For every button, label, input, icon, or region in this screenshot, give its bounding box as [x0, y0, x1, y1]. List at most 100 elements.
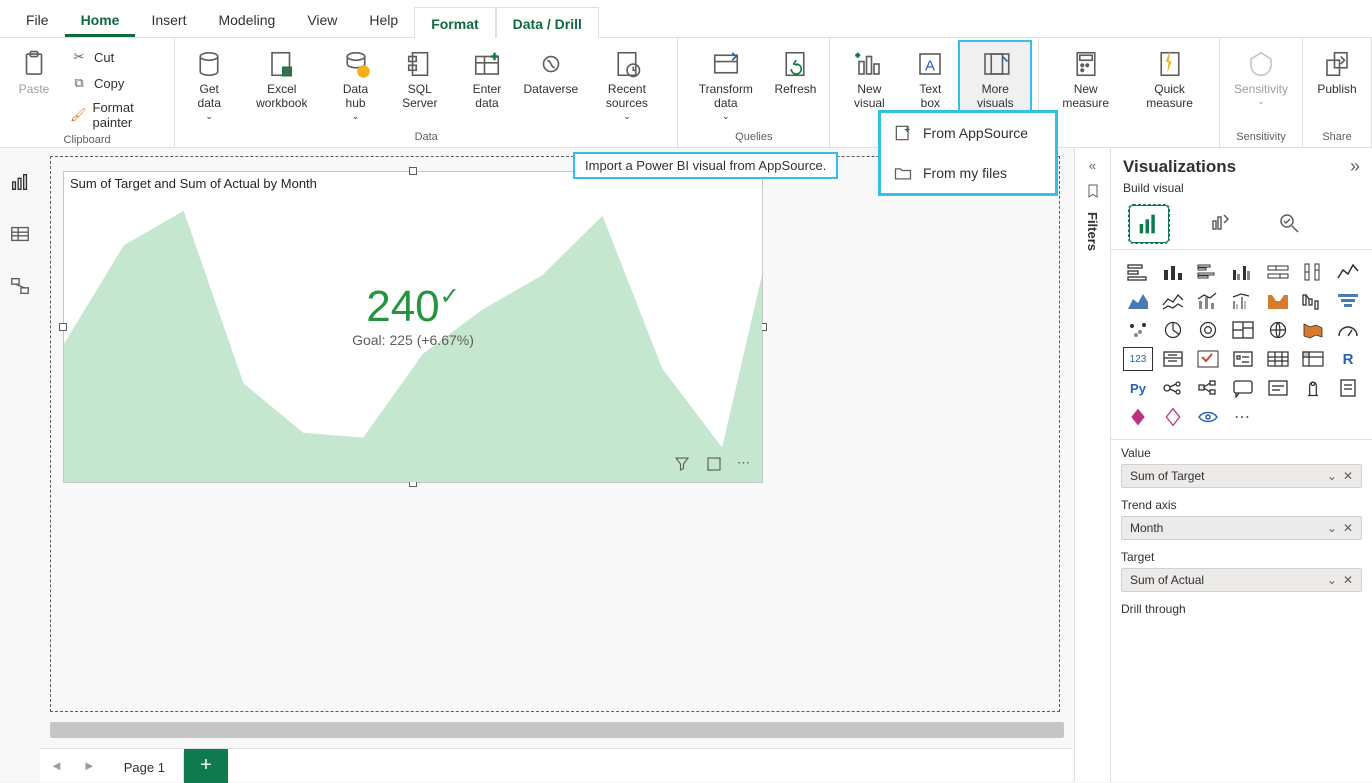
qa-visual-icon[interactable]	[1228, 376, 1258, 400]
area-chart-icon[interactable]	[1123, 289, 1153, 313]
stacked-area-icon[interactable]	[1158, 289, 1188, 313]
scatter-icon[interactable]	[1123, 318, 1153, 342]
tab-home[interactable]: Home	[65, 4, 136, 37]
tab-insert[interactable]: Insert	[135, 4, 202, 37]
funnel-icon[interactable]	[1333, 289, 1363, 313]
tab-modeling[interactable]: Modeling	[202, 4, 291, 37]
canvas-selection[interactable]: Sum of Target and Sum of Actual by Month…	[50, 156, 1060, 712]
waterfall-icon[interactable]	[1298, 289, 1328, 313]
build-tab[interactable]	[1129, 205, 1169, 243]
python-visual-icon[interactable]: Py	[1123, 376, 1153, 400]
card-icon[interactable]: 123	[1123, 347, 1153, 371]
arcgis-icon[interactable]	[1193, 405, 1223, 429]
analytics-tab[interactable]	[1269, 205, 1309, 243]
decomposition-tree-icon[interactable]	[1193, 376, 1223, 400]
from-appsource-item[interactable]: From AppSource	[881, 113, 1055, 153]
ribbon-chart-icon[interactable]	[1263, 289, 1293, 313]
more-options-icon[interactable]: ⋯	[737, 455, 752, 476]
expand-filters-icon[interactable]: «	[1089, 158, 1096, 173]
report-view-button[interactable]	[8, 170, 32, 194]
model-view-button[interactable]	[8, 274, 32, 298]
r-visual-icon[interactable]: R	[1333, 347, 1363, 371]
donut-icon[interactable]	[1193, 318, 1223, 342]
add-page-button[interactable]: +	[184, 749, 228, 783]
multi-row-card-icon[interactable]	[1158, 347, 1188, 371]
power-apps-icon[interactable]	[1123, 405, 1153, 429]
table-icon[interactable]	[1263, 347, 1293, 371]
resize-handle[interactable]	[409, 167, 417, 175]
matrix-icon[interactable]	[1298, 347, 1328, 371]
value-well[interactable]: Sum of Target⌄✕	[1121, 464, 1362, 488]
tab-file[interactable]: File	[10, 4, 65, 37]
enter-data-button[interactable]: Enter data	[457, 42, 517, 111]
format-painter-button[interactable]: 🖌Format painter	[64, 98, 166, 132]
filled-map-icon[interactable]	[1298, 318, 1328, 342]
paginated-report-icon[interactable]	[1333, 376, 1363, 400]
remove-field-icon[interactable]: ✕	[1343, 573, 1353, 587]
sensitivity-button[interactable]: Sensitivity⌄	[1228, 42, 1294, 107]
get-data-button[interactable]: Get data⌄	[183, 42, 235, 122]
key-influencers-icon[interactable]	[1158, 376, 1188, 400]
refresh-button[interactable]: Refresh	[769, 42, 821, 96]
tab-data-drill[interactable]: Data / Drill	[496, 7, 599, 39]
focus-mode-icon[interactable]	[705, 455, 723, 476]
remove-field-icon[interactable]: ✕	[1343, 469, 1353, 483]
filters-pane-label[interactable]: Filters	[1085, 212, 1100, 251]
line-column-icon[interactable]	[1193, 289, 1223, 313]
line-clustered-icon[interactable]	[1228, 289, 1258, 313]
tab-view[interactable]: View	[291, 4, 353, 37]
line-chart-icon[interactable]	[1333, 260, 1363, 284]
kpi-visual[interactable]: Sum of Target and Sum of Actual by Month…	[63, 171, 763, 483]
gauge-icon[interactable]	[1333, 318, 1363, 342]
hundred-stacked-bar-icon[interactable]	[1263, 260, 1293, 284]
tab-help[interactable]: Help	[353, 4, 414, 37]
hundred-stacked-column-icon[interactable]	[1298, 260, 1328, 284]
bookmark-pane-icon[interactable]	[1085, 183, 1101, 202]
pie-icon[interactable]	[1158, 318, 1188, 342]
text-box-button[interactable]: AText box	[904, 42, 956, 111]
hub-icon	[338, 46, 374, 82]
copy-button[interactable]: ⧉Copy	[64, 72, 166, 94]
smart-narrative-icon[interactable]	[1263, 376, 1293, 400]
remove-field-icon[interactable]: ✕	[1343, 521, 1353, 535]
goals-icon[interactable]	[1298, 376, 1328, 400]
tab-format[interactable]: Format	[414, 7, 495, 39]
cut-button[interactable]: ✂Cut	[64, 46, 166, 68]
target-well[interactable]: Sum of Actual⌄✕	[1121, 568, 1362, 592]
horizontal-scrollbar[interactable]	[50, 722, 1064, 738]
publish-button[interactable]: Publish	[1311, 42, 1363, 96]
transform-data-button[interactable]: Transform data⌄	[686, 42, 765, 122]
page-next[interactable]: ►	[73, 752, 106, 779]
map-icon[interactable]	[1263, 318, 1293, 342]
visual-filter-icon[interactable]	[673, 455, 691, 476]
quick-measure-button[interactable]: Quick measure	[1128, 42, 1211, 111]
excel-workbook-button[interactable]: XExcel workbook	[239, 42, 324, 111]
chevron-down-icon[interactable]: ⌄	[1327, 573, 1337, 587]
treemap-icon[interactable]	[1228, 318, 1258, 342]
trend-well[interactable]: Month⌄✕	[1121, 516, 1362, 540]
page-tab-1[interactable]: Page 1	[106, 750, 184, 782]
stacked-bar-icon[interactable]	[1123, 260, 1153, 284]
new-visual-button[interactable]: New visual	[838, 42, 900, 111]
data-hub-button[interactable]: Data hub⌄	[328, 42, 382, 122]
kpi-icon[interactable]	[1193, 347, 1223, 371]
stacked-column-icon[interactable]	[1158, 260, 1188, 284]
chevron-down-icon[interactable]: ⌄	[1327, 521, 1337, 535]
page-prev[interactable]: ◄	[40, 752, 73, 779]
dataverse-button[interactable]: Dataverse	[521, 42, 581, 96]
sql-server-button[interactable]: SQL Server	[387, 42, 453, 111]
trend-well-label: Trend axis	[1121, 498, 1362, 512]
data-view-button[interactable]	[8, 222, 32, 246]
clustered-bar-icon[interactable]	[1193, 260, 1223, 284]
new-measure-button[interactable]: New measure	[1047, 42, 1124, 111]
paste-button[interactable]: Paste	[8, 42, 60, 96]
format-tab[interactable]	[1199, 205, 1239, 243]
clustered-column-icon[interactable]	[1228, 260, 1258, 284]
power-automate-icon[interactable]	[1158, 405, 1188, 429]
chevron-down-icon[interactable]: ⌄	[1327, 469, 1337, 483]
slicer-icon[interactable]	[1228, 347, 1258, 371]
get-more-visuals-icon[interactable]: ⋯	[1228, 405, 1258, 429]
recent-sources-button[interactable]: Recent sources⌄	[585, 42, 670, 122]
expand-viz-icon[interactable]: »	[1350, 156, 1360, 177]
from-my-files-item[interactable]: From my files	[881, 153, 1055, 193]
